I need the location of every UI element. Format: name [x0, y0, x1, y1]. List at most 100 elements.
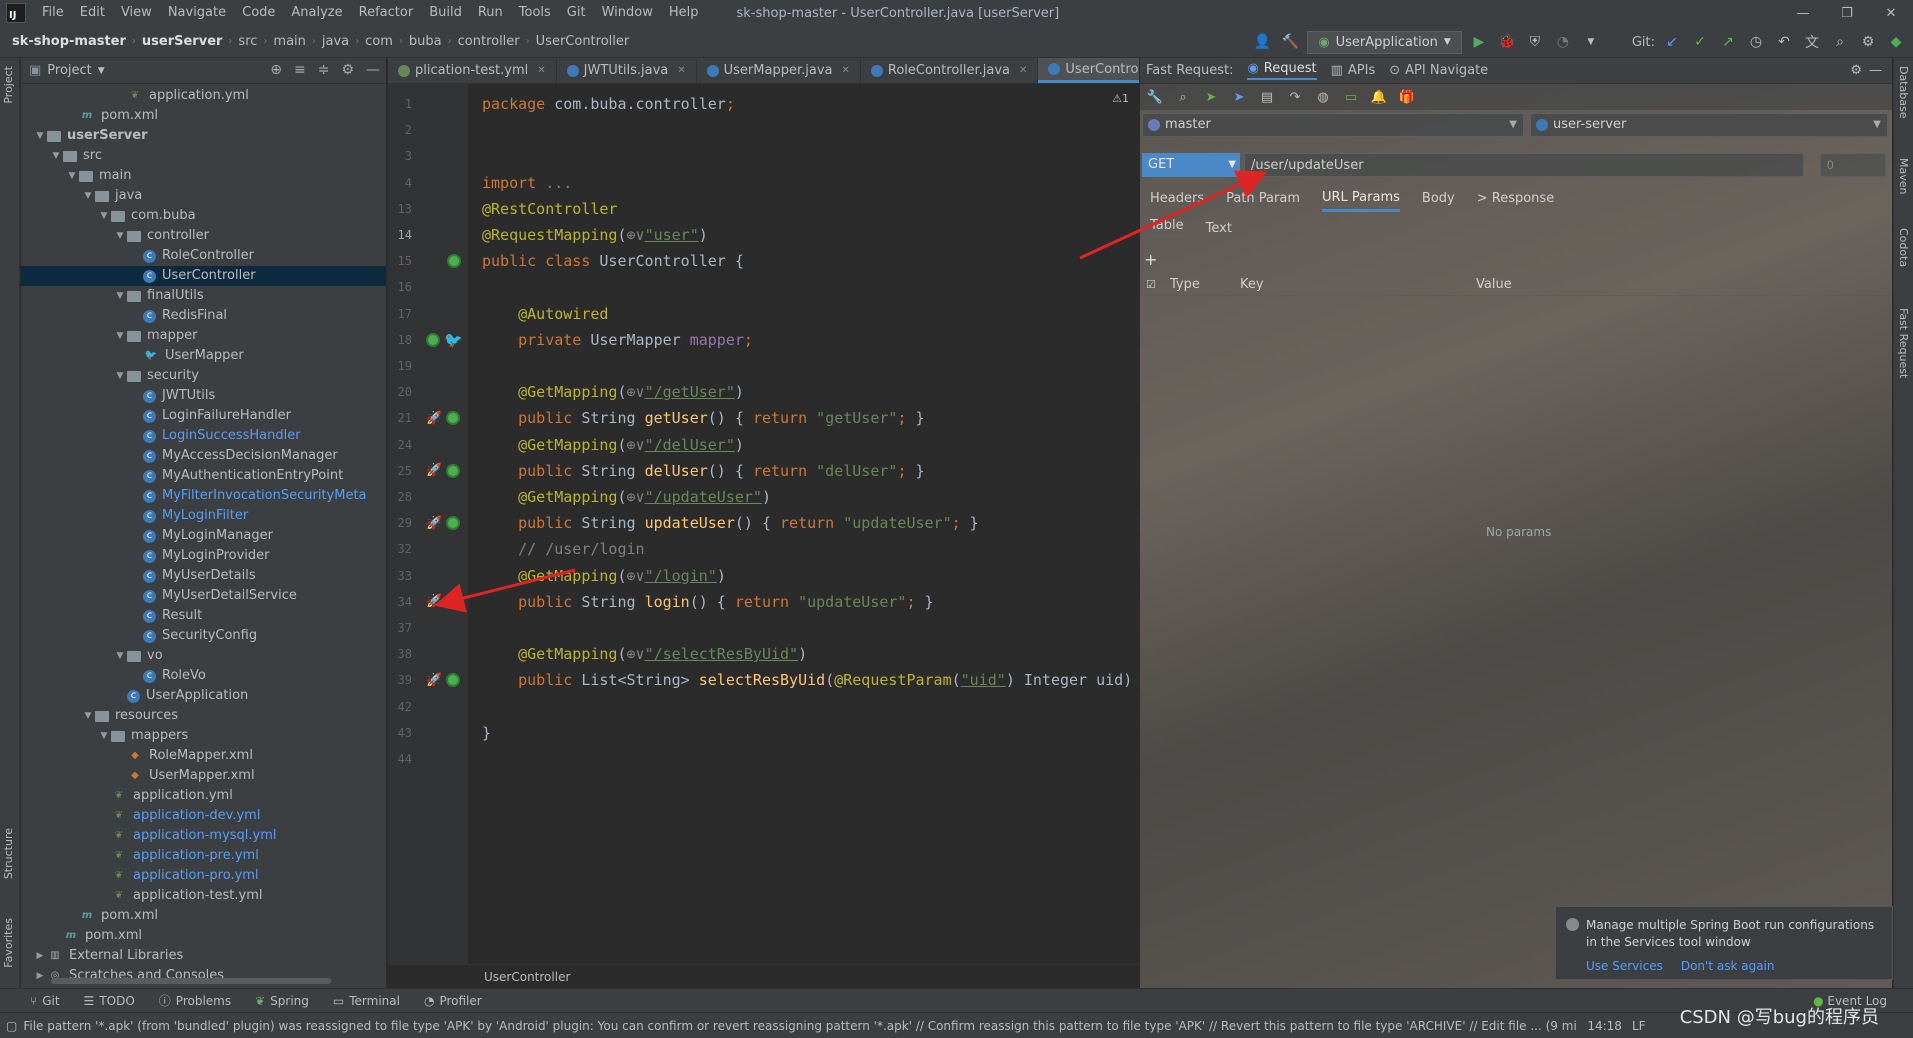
code-line[interactable]: 20 @GetMapping(⊕∨"/getUser"): [388, 379, 1139, 405]
tree-item[interactable]: c MyAuthenticationEntryPoint: [21, 466, 386, 486]
breadcrumb-item[interactable]: sk-shop-master: [8, 34, 130, 49]
menu-code[interactable]: Code: [234, 0, 283, 26]
expand-arrow-icon[interactable]: ▼: [113, 226, 127, 246]
gear-icon[interactable]: ⚙: [1850, 63, 1862, 78]
code-line[interactable]: 32 // /user/login: [388, 536, 1139, 562]
git-update-icon[interactable]: ↙: [1661, 31, 1683, 53]
tab-table[interactable]: Table: [1150, 218, 1184, 238]
tree-item[interactable]: ❦ application-pro.yml: [21, 866, 386, 886]
tree-item[interactable]: ❦ application-pre.yml: [21, 846, 386, 866]
dont-ask-again-link[interactable]: Don't ask again: [1681, 959, 1775, 973]
docs-icon[interactable]: ▭: [1342, 90, 1360, 105]
code-line[interactable]: 42: [388, 694, 1139, 720]
line-separator[interactable]: LF: [1632, 1019, 1646, 1033]
add-param-button[interactable]: +: [1144, 250, 1157, 269]
expand-arrow-icon[interactable]: ▼: [65, 166, 79, 186]
code-line[interactable]: 37: [388, 615, 1139, 641]
chevron-down-icon[interactable]: ▼: [98, 66, 105, 76]
hide-icon[interactable]: —: [366, 62, 380, 78]
spring-bean-icon[interactable]: [446, 463, 461, 478]
code-line[interactable]: 3: [388, 143, 1139, 169]
code-line[interactable]: 16: [388, 274, 1139, 300]
tab-headers[interactable]: Headers: [1150, 191, 1204, 206]
tree-item[interactable]: ❦ application.yml: [21, 86, 386, 106]
tree-item[interactable]: c SecurityConfig: [21, 626, 386, 646]
profile-icon[interactable]: ◔: [1552, 31, 1574, 53]
tab-apis[interactable]: ▥ APIs: [1331, 63, 1376, 78]
tree-item[interactable]: ▼ controller: [21, 226, 386, 246]
expand-arrow-icon[interactable]: ▼: [97, 206, 111, 226]
mapper-bird-icon[interactable]: 🐦: [444, 331, 463, 349]
tree-item[interactable]: c RoleController: [21, 246, 386, 266]
spring-bean-icon[interactable]: [446, 594, 461, 609]
menu-view[interactable]: View: [113, 0, 160, 26]
tree-item[interactable]: c LoginSuccessHandler: [21, 426, 386, 446]
expand-arrow-icon[interactable]: ▼: [97, 726, 111, 746]
breadcrumb-item[interactable]: userServer: [138, 34, 227, 49]
search-icon[interactable]: ⌕: [1829, 31, 1851, 53]
more-run-icon[interactable]: ▼: [1580, 31, 1602, 53]
code-line[interactable]: 43}: [388, 720, 1139, 746]
editor-tab[interactable]: UserMapper.java ✕: [697, 58, 861, 83]
gear-icon[interactable]: ⚙: [341, 62, 354, 78]
horizontal-scrollbar[interactable]: [51, 978, 331, 984]
breadcrumb-item[interactable]: com: [361, 34, 397, 49]
collapse-arrow-icon[interactable]: ▶: [33, 966, 47, 986]
tree-item[interactable]: ◆ RoleMapper.xml: [21, 746, 386, 766]
code-line[interactable]: 44: [388, 746, 1139, 772]
tree-item[interactable]: c Result: [21, 606, 386, 626]
plugin-logo-icon[interactable]: ◆: [1885, 31, 1907, 53]
code-line[interactable]: 25 🚀 public String delUser() { return "de…: [388, 458, 1139, 484]
redo-icon[interactable]: ↷: [1286, 90, 1304, 105]
tree-item[interactable]: c RoleVo: [21, 666, 386, 686]
menu-git[interactable]: Git: [559, 0, 594, 26]
code-line[interactable]: 34 🚀 public String login() { return "upda…: [388, 589, 1139, 615]
tree-item[interactable]: ❦ application-test.yml: [21, 886, 386, 906]
expand-arrow-icon[interactable]: ▼: [113, 366, 127, 386]
close-tab-icon[interactable]: ✕: [1019, 65, 1027, 76]
tree-item[interactable]: c MyAccessDecisionManager: [21, 446, 386, 466]
expand-arrow-icon[interactable]: ▼: [49, 146, 63, 166]
expand-arrow-icon[interactable]: ▼: [113, 646, 127, 666]
menu-analyze[interactable]: Analyze: [283, 0, 350, 26]
minimize-panel-icon[interactable]: —: [1869, 63, 1882, 78]
tree-item[interactable]: ❦ application-dev.yml: [21, 806, 386, 826]
close-tab-icon[interactable]: ✕: [537, 65, 545, 76]
tree-item[interactable]: c RedisFinal: [21, 306, 386, 326]
menu-edit[interactable]: Edit: [72, 0, 113, 26]
select-all-checkbox[interactable]: ☑: [1140, 278, 1170, 291]
code-line[interactable]: 4 import ...: [388, 170, 1139, 196]
run-configuration-select[interactable]: ◉ UserApplication ▼: [1307, 30, 1462, 54]
locate-icon[interactable]: ⊕: [270, 62, 282, 78]
editor-tab[interactable]: JWTUtils.java ✕: [557, 58, 697, 83]
tree-item[interactable]: ▼ mappers: [21, 726, 386, 746]
code-line[interactable]: 13 @RestController: [388, 196, 1139, 222]
database-tool-tab[interactable]: Database: [1897, 66, 1910, 119]
fast-request-rocket-icon[interactable]: 🚀: [426, 594, 442, 609]
expand-arrow-icon[interactable]: ▼: [81, 186, 95, 206]
tree-item[interactable]: c MyUserDetails: [21, 566, 386, 586]
http-method-select[interactable]: GET ▼: [1142, 153, 1240, 177]
url-input[interactable]: [1244, 153, 1804, 177]
editor-breadcrumb[interactable]: UserController: [388, 964, 1139, 988]
project-tool-tab[interactable]: Project: [2, 66, 15, 104]
editor-tab[interactable]: plication-test.yml ✕: [388, 58, 557, 83]
tree-item[interactable]: c UserApplication: [21, 686, 386, 706]
spring-bean-icon[interactable]: [446, 411, 461, 426]
tree-item[interactable]: ▼ main: [21, 166, 386, 186]
tree-item[interactable]: c UserController: [21, 266, 386, 286]
tree-item[interactable]: ▼ java: [21, 186, 386, 206]
tree-item[interactable]: ▼ mapper: [21, 326, 386, 346]
tree-item[interactable]: ❦ application.yml: [21, 786, 386, 806]
tree-item[interactable]: m pom.xml: [21, 106, 386, 126]
breadcrumb-item[interactable]: java: [318, 34, 353, 49]
code-line[interactable]: 2: [388, 117, 1139, 143]
copy-curl-icon[interactable]: ◍: [1314, 90, 1332, 105]
tool-tab-problems[interactable]: ⓘ Problems: [159, 992, 231, 1009]
tree-item[interactable]: ▼ resources: [21, 706, 386, 726]
tree-item[interactable]: ▼ vo: [21, 646, 386, 666]
history-icon[interactable]: ◷: [1745, 31, 1767, 53]
codota-tool-tab[interactable]: Codota: [1897, 228, 1910, 267]
close-tab-icon[interactable]: ✕: [677, 65, 685, 76]
environment-select[interactable]: master ▼: [1142, 113, 1524, 137]
